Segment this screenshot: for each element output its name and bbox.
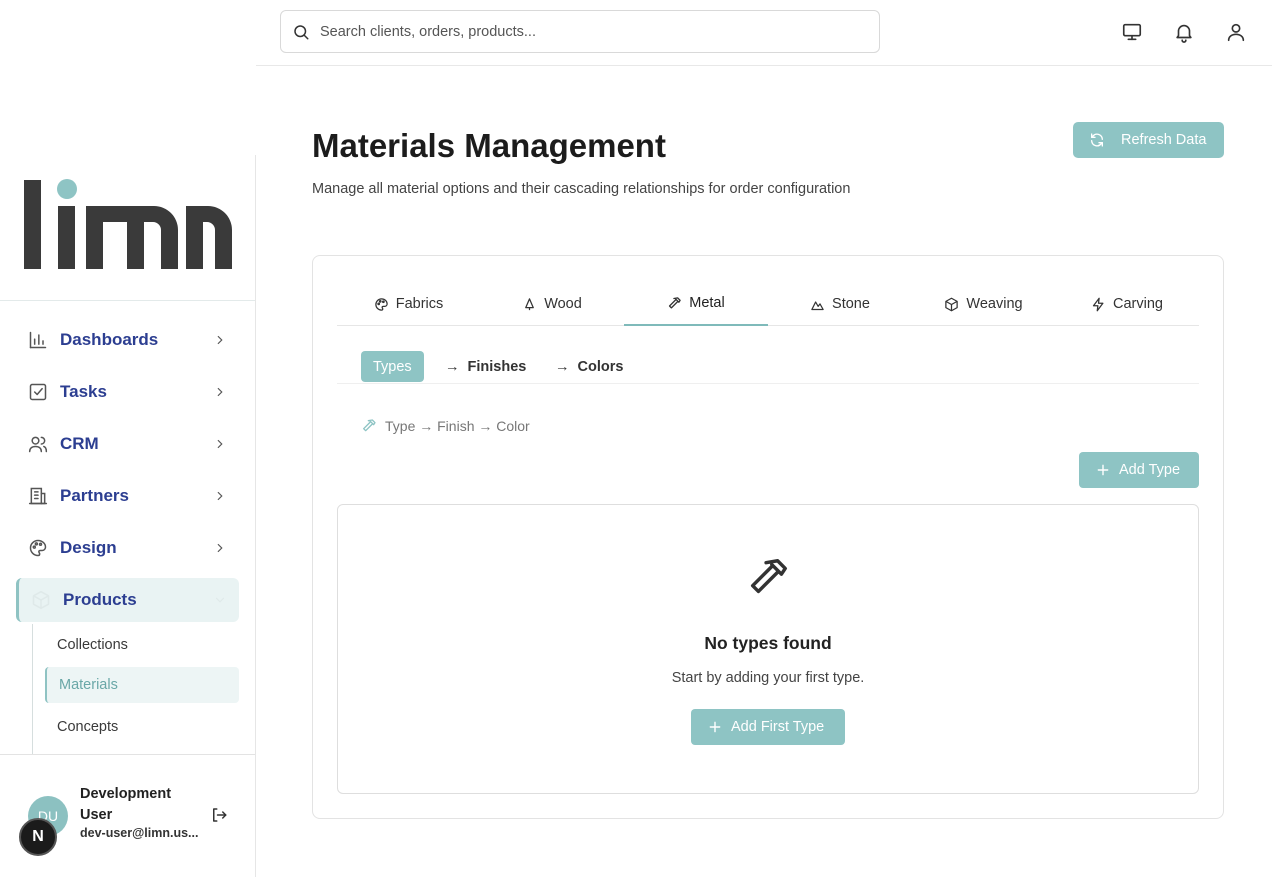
add-type-label: Add Type [1119, 462, 1181, 478]
page-title: Materials Management [312, 127, 666, 164]
sidebar-subitem-materials[interactable]: Materials [45, 667, 239, 703]
plus-icon [709, 721, 721, 733]
tab-label: Fabrics [395, 296, 444, 312]
tab-label: Weaving [966, 296, 1023, 312]
empty-state-text: Start by adding your first type. [671, 670, 865, 686]
subtabs-divider [337, 383, 1199, 384]
tab-carving[interactable]: Carving [1055, 282, 1199, 326]
arrow-icon: → [555, 358, 570, 375]
tab-fabrics[interactable]: Fabrics [337, 282, 480, 326]
palette-icon [29, 539, 47, 557]
search-icon [294, 25, 309, 40]
limn-logo [24, 179, 232, 269]
tree-icon [525, 297, 535, 310]
sidebar-item-partners[interactable]: Partners [16, 474, 239, 518]
refresh-data-label: Refresh Data [1121, 132, 1207, 148]
user-icon[interactable] [1225, 21, 1247, 43]
hierarchy-hint: Type → Finish → Color [361, 416, 530, 436]
subnav-line [32, 624, 33, 754]
sidebar-item-label: Products [63, 590, 137, 609]
page-subtitle: Manage all material options and their ca… [312, 181, 851, 197]
hammer-icon [669, 296, 682, 308]
user-name: Development User [80, 786, 172, 823]
mountain-icon [811, 300, 824, 310]
palette-icon [375, 297, 388, 311]
logout-icon[interactable] [210, 806, 228, 824]
sidebar-item-crm[interactable]: CRM [16, 422, 239, 466]
tab-metal[interactable]: Metal [624, 282, 768, 326]
chevron-right-icon [217, 387, 223, 397]
add-first-type-button[interactable]: Add First Type [691, 709, 845, 745]
arrow-icon: → [445, 358, 460, 375]
user-email: dev-user@limn.us... [80, 826, 199, 840]
sidebar-item-products[interactable]: Products [16, 578, 239, 622]
chevron-right-icon [217, 491, 223, 501]
plus-icon [1097, 464, 1109, 476]
subtab-colors[interactable]: → Colors [555, 351, 623, 382]
sidebar-item-design[interactable]: Design [16, 526, 239, 570]
tab-wood[interactable]: Wood [480, 282, 624, 326]
subtab-label: Finishes [467, 358, 527, 375]
tab-label: Carving [1113, 296, 1163, 312]
package-icon [945, 297, 959, 311]
subtab-finishes[interactable]: → Finishes [445, 351, 526, 382]
search-input[interactable] [320, 20, 860, 44]
refresh-data-button[interactable]: Refresh Data [1073, 122, 1224, 158]
chevron-down-icon [215, 597, 225, 603]
add-first-type-label: Add First Type [731, 719, 825, 735]
add-type-button[interactable]: Add Type [1079, 452, 1199, 488]
chevron-right-icon [217, 543, 223, 553]
sidebar-subitem-concepts[interactable]: Concepts [45, 709, 239, 745]
tab-label: Wood [544, 296, 582, 312]
bell-icon[interactable] [1173, 21, 1195, 43]
hammer-icon [750, 559, 787, 594]
monitor-icon[interactable] [1121, 21, 1143, 43]
tab-stone[interactable]: Stone [768, 282, 912, 326]
empty-state-title: No types found [704, 633, 832, 653]
zap-icon [1092, 297, 1104, 311]
tab-label: Metal [689, 295, 725, 311]
chevron-right-icon [217, 439, 223, 449]
refresh-icon [1091, 133, 1103, 147]
sidebar-item-label: Partners [60, 486, 129, 505]
sidebar-item-label: Dashboards [60, 330, 159, 349]
hierarchy-text: Type → Finish → Color [385, 418, 530, 434]
dev-tools-badge[interactable]: N [19, 818, 57, 856]
sidebar-item-label: CRM [60, 434, 99, 453]
chevron-right-icon [217, 335, 223, 345]
sidebar-item-label: Design [60, 538, 117, 557]
tab-weaving[interactable]: Weaving [912, 282, 1055, 326]
bar-chart-icon [29, 331, 47, 349]
checkbox-icon [29, 383, 47, 401]
tab-label: Stone [832, 296, 870, 312]
subtab-label: Colors [577, 358, 624, 375]
sidebar-item-tasks[interactable]: Tasks [16, 370, 239, 414]
box-icon [32, 590, 50, 610]
sidebar-divider [255, 155, 256, 877]
subtab-types[interactable]: Types [361, 351, 424, 382]
sidebar-item-label: Tasks [60, 382, 107, 401]
users-icon [28, 436, 48, 453]
building-icon [28, 487, 48, 505]
hammer-icon [363, 419, 376, 432]
sidebar-subitem-collections[interactable]: Collections [45, 627, 239, 663]
sidebar-item-dashboards[interactable]: Dashboards [16, 318, 239, 362]
